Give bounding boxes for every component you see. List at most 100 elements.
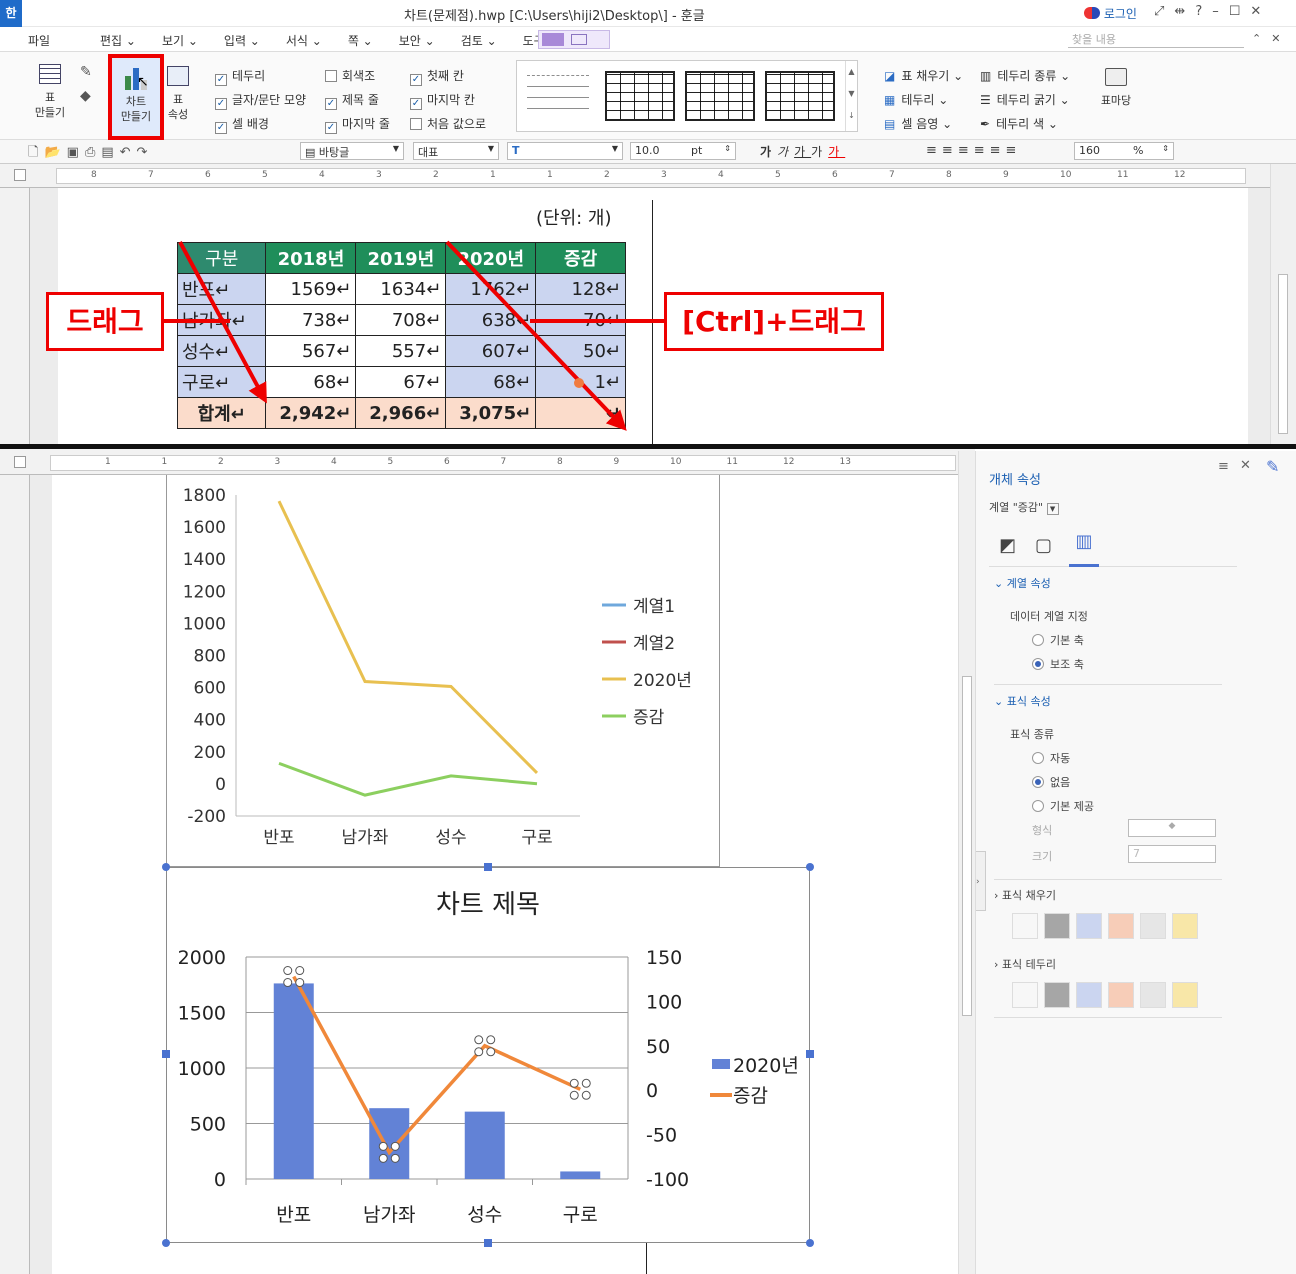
eraser-icon[interactable]: ◆: [80, 88, 91, 104]
chart-make-button[interactable]: ↖ 차트 만들기: [108, 54, 164, 140]
color-swatch[interactable]: [1108, 982, 1134, 1008]
preview-icon[interactable]: ▤: [101, 145, 119, 160]
section-marker-fill[interactable]: › 표식 채우기: [994, 887, 1056, 903]
handle-br[interactable]: [806, 1239, 814, 1247]
shape-select[interactable]: ◆: [1128, 819, 1216, 837]
open-file-icon[interactable]: 📂: [44, 145, 66, 160]
tab-shape-icon[interactable]: ▢: [1035, 535, 1052, 556]
style-grid-2[interactable]: [685, 71, 755, 121]
checkbox[interactable]: ✓: [325, 98, 337, 110]
color-swatch[interactable]: [1172, 982, 1198, 1008]
chkCol3-item-2[interactable]: 처음 값으로: [410, 112, 486, 136]
font-color-icon[interactable]: 가: [828, 145, 845, 159]
border-tool-0[interactable]: ▥ 테두리 종류 ⌄: [980, 64, 1070, 88]
menu-item-4[interactable]: 쪽 ⌄: [348, 32, 373, 49]
border-tool-1[interactable]: ☰ 테두리 굵기 ⌄: [980, 88, 1070, 112]
split-icon[interactable]: ⇹: [1174, 4, 1195, 19]
style-grid-1[interactable]: [605, 71, 675, 121]
handle-bm[interactable]: [484, 1239, 492, 1247]
color-swatch[interactable]: [1076, 982, 1102, 1008]
combo-chart[interactable]: 차트 제목2000150010005000150100500-50-100반포 남…: [166, 867, 810, 1243]
section-marker-props[interactable]: ⌄ 표식 속성: [994, 693, 1051, 709]
radio[interactable]: [1032, 752, 1044, 764]
new-file-icon[interactable]: 🗋: [28, 145, 44, 160]
print-icon[interactable]: ⎙: [85, 145, 101, 160]
minimize-icon[interactable]: –: [1212, 4, 1229, 19]
chkCol2-item-1[interactable]: ✓ 제목 줄: [325, 88, 390, 112]
checkbox[interactable]: ✓: [215, 98, 227, 110]
align-split-icon[interactable]: ≡: [1006, 143, 1022, 158]
menu-item-5[interactable]: 보안 ⌄: [399, 32, 435, 49]
chkCol3-item-0[interactable]: ✓ 첫째 칸: [410, 64, 486, 88]
color-swatch[interactable]: [1140, 913, 1166, 939]
chkCol3-item-1[interactable]: ✓ 마지막 칸: [410, 88, 486, 112]
horizontal-ruler-2[interactable]: 1 1 2 3 4 5 6 7 8 9 10 11 12 13: [0, 449, 975, 475]
align-right-icon[interactable]: ≡: [974, 143, 990, 158]
chart-title[interactable]: 차트 제목: [436, 890, 540, 920]
maximize-icon[interactable]: ☐: [1229, 4, 1251, 19]
menu-extra-buttons[interactable]: [538, 30, 610, 49]
font-select[interactable]: T ▼: [507, 142, 623, 160]
radio[interactable]: [1032, 634, 1044, 646]
series-select[interactable]: 계열 "증감" ▼: [989, 499, 1059, 515]
chkCol1-item-0[interactable]: ✓ 테두리: [215, 64, 306, 88]
checkbox[interactable]: [410, 118, 422, 130]
checkbox[interactable]: ✓: [410, 98, 422, 110]
radio[interactable]: [1032, 776, 1044, 788]
handle-tr[interactable]: [806, 863, 814, 871]
color-swatch[interactable]: [1076, 913, 1102, 939]
table-props-button[interactable]: 표 속성: [164, 66, 192, 122]
login-button[interactable]: 로그인: [1084, 5, 1137, 22]
series-line-2[interactable]: [277, 500, 539, 775]
bar-2[interactable]: [464, 1111, 505, 1179]
menu-item-1[interactable]: 보기 ⌄: [162, 32, 198, 49]
menu-file[interactable]: 파일: [28, 32, 50, 49]
table-make-button[interactable]: 표 만들기: [30, 64, 70, 120]
menu-item-0[interactable]: 편집 ⌄: [100, 32, 136, 49]
markerOpts-option-2[interactable]: 기본 제공: [1032, 795, 1094, 819]
color-swatch[interactable]: [1012, 913, 1038, 939]
menu-item-2[interactable]: 입력 ⌄: [224, 32, 260, 49]
style-select[interactable]: ▤ 바탕글 ▼: [300, 142, 404, 160]
panel-collapse-tab[interactable]: ›: [976, 851, 986, 911]
axisOpts-option-0[interactable]: 기본 축: [1032, 629, 1084, 653]
tab-fill-icon[interactable]: ◩: [999, 535, 1016, 556]
search-input[interactable]: 찾을 내용: [1068, 30, 1244, 48]
checkbox[interactable]: ✓: [410, 74, 422, 86]
markerOpts-option-0[interactable]: 자동: [1032, 747, 1094, 771]
chkCol1-item-2[interactable]: ✓ 셀 배경: [215, 112, 306, 136]
horizontal-ruler[interactable]: 8 7 6 5 4 3 2 1 1 2 3 4 5 6 7 8 9 10 11 12: [0, 164, 1270, 188]
align-justify-icon[interactable]: ≡: [926, 143, 942, 158]
checkbox[interactable]: ✓: [215, 122, 227, 134]
handle-tl[interactable]: [162, 863, 170, 871]
panel-close-icon[interactable]: ✕: [1240, 458, 1251, 473]
align-distribute-icon[interactable]: ≡: [990, 143, 1006, 158]
tab-chart-icon[interactable]: ▥: [1069, 531, 1099, 567]
redo-icon[interactable]: ↷: [137, 145, 154, 160]
cell-tool-0[interactable]: ◪ 표 채우기 ⌄: [884, 64, 963, 88]
checkbox[interactable]: ✓: [215, 74, 227, 86]
checkbox[interactable]: [325, 70, 337, 82]
align-left-icon[interactable]: ≡: [942, 143, 958, 158]
panel-pin-icon[interactable]: ✎: [1266, 457, 1279, 476]
line-chart[interactable]: 1800 1600 1400 1200 1000 800 600 400 200 0 -200 반포 남…: [166, 475, 720, 867]
color-swatch[interactable]: [1044, 913, 1070, 939]
color-swatch[interactable]: [1108, 913, 1134, 939]
markerOpts-option-1[interactable]: 없음: [1032, 771, 1094, 795]
menu-item-6[interactable]: 검토 ⌄: [461, 32, 497, 49]
vertical-scrollbar[interactable]: [1270, 164, 1296, 444]
undo-icon[interactable]: ↶: [120, 145, 137, 160]
menu-item-3[interactable]: 서식 ⌄: [286, 32, 322, 49]
strike-icon[interactable]: 가: [811, 145, 828, 159]
section-series-props[interactable]: ⌄ 계열 속성: [994, 575, 1051, 591]
style-grid-3[interactable]: [765, 71, 835, 121]
collapse-icons[interactable]: ⌃✕: [1252, 32, 1290, 45]
table-style-gallery[interactable]: ▲ ▼ ↓: [516, 60, 858, 132]
bar-0[interactable]: [273, 983, 314, 1179]
fullscreen-icon[interactable]: ⤢: [1154, 4, 1174, 19]
panel-menu-icon[interactable]: ≡: [1218, 459, 1229, 474]
font-size-input[interactable]: 10.0 pt ⇕: [630, 142, 736, 160]
radio[interactable]: [1032, 658, 1044, 670]
axisOpts-option-1[interactable]: 보조 축: [1032, 653, 1084, 677]
point-selection-3[interactable]: [569, 1078, 591, 1100]
